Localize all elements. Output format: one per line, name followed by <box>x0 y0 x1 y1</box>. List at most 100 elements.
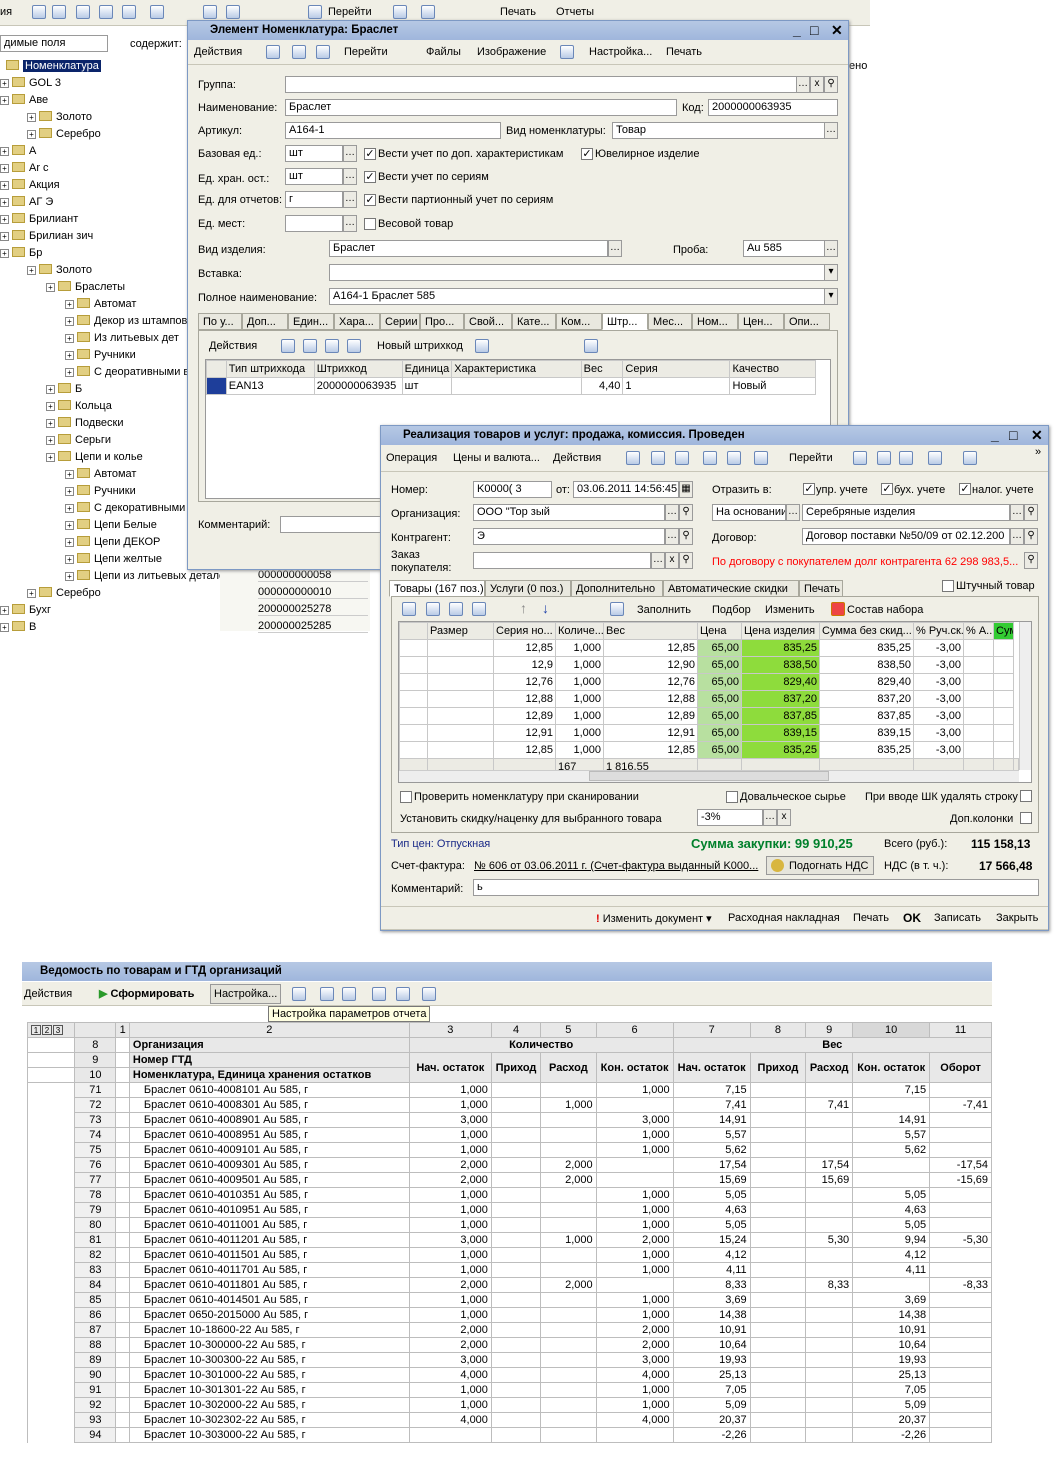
cell[interactable]: 14,91 <box>852 1112 931 1128</box>
cell[interactable] <box>805 1397 854 1413</box>
cell[interactable] <box>540 1322 597 1338</box>
cell[interactable]: 1,000 <box>408 1307 492 1323</box>
expand-toggle[interactable]: + <box>65 470 74 479</box>
select-button[interactable]: … <box>824 122 838 139</box>
cell[interactable]: 12,88 <box>493 690 556 708</box>
cell[interactable]: 3,000 <box>408 1352 492 1368</box>
cell[interactable]: Браслет 0610-4008951 Au 585, г <box>128 1127 410 1143</box>
extra-cols-checkbox[interactable] <box>1020 812 1032 824</box>
cell[interactable]: 2000000063935 <box>313 377 403 395</box>
cell[interactable] <box>993 741 1014 759</box>
cell[interactable] <box>929 1262 992 1278</box>
cell[interactable] <box>805 1382 854 1398</box>
tab-1[interactable]: Доп... <box>242 313 288 330</box>
expand-toggle[interactable]: + <box>27 266 36 275</box>
tree-item[interactable]: + Серебро <box>27 587 101 599</box>
cell[interactable] <box>805 1337 854 1353</box>
cell[interactable]: 1,000 <box>408 1247 492 1263</box>
cell[interactable]: 835,25 <box>741 639 820 657</box>
edit-icon[interactable] <box>99 5 113 19</box>
tree-item[interactable]: + Б <box>46 383 82 395</box>
field-select[interactable]: димые поля <box>0 35 108 52</box>
tree-item[interactable]: Номенклатура <box>6 60 101 72</box>
cell[interactable] <box>490 1202 542 1218</box>
change-button[interactable]: Изменить <box>765 604 815 616</box>
cell[interactable]: 1,000 <box>555 656 604 674</box>
cell[interactable]: 10,91 <box>852 1322 931 1338</box>
column-header[interactable]: % А... <box>963 622 994 640</box>
generate-button[interactable]: ▶ Сформировать <box>99 987 194 1000</box>
settings-button[interactable]: Настройка... <box>210 984 282 1004</box>
close-button[interactable]: ✕ <box>831 22 843 39</box>
cell[interactable] <box>540 1142 597 1158</box>
cell[interactable]: Браслет 10-302000-22 Au 585, г <box>128 1397 410 1413</box>
clear-button[interactable]: x <box>777 809 791 826</box>
based-on-icon[interactable] <box>754 451 768 465</box>
cell[interactable] <box>749 1367 807 1383</box>
tab-1[interactable]: Услуги (0 поз.) <box>485 580 571 597</box>
cell[interactable]: 19,93 <box>672 1352 751 1368</box>
expand-toggle[interactable]: + <box>65 555 74 564</box>
cell[interactable] <box>490 1247 542 1263</box>
cell[interactable]: 5,62 <box>672 1142 751 1158</box>
expand-toggle[interactable]: + <box>27 113 36 122</box>
cell[interactable] <box>490 1187 542 1203</box>
cell[interactable]: -3,00 <box>913 639 964 657</box>
cell[interactable] <box>929 1082 992 1098</box>
cell[interactable] <box>749 1322 807 1338</box>
cell[interactable]: Браслет 10-18600-22 Au 585, г <box>128 1322 410 1338</box>
search-icon[interactable]: ⚲ <box>679 528 693 545</box>
cell[interactable] <box>963 639 994 657</box>
more-icon[interactable]: » <box>1035 446 1041 458</box>
goto-menu[interactable]: Перейти <box>344 46 388 58</box>
cell[interactable]: Браслет 0610-4011501 Au 585, г <box>128 1247 410 1263</box>
select-button[interactable]: … <box>1010 504 1024 521</box>
cell[interactable]: 1,000 <box>595 1082 674 1098</box>
cell[interactable]: 5,09 <box>672 1397 751 1413</box>
cell[interactable] <box>595 1172 674 1188</box>
cell[interactable]: 837,85 <box>741 707 820 725</box>
cell[interactable] <box>749 1337 807 1353</box>
cell[interactable] <box>805 1112 854 1128</box>
expand-toggle[interactable]: + <box>46 283 55 292</box>
cell[interactable]: 1,000 <box>595 1292 674 1308</box>
cell[interactable] <box>540 1112 597 1128</box>
cell[interactable]: шт <box>401 377 453 395</box>
help-icon[interactable] <box>393 5 407 19</box>
cell[interactable]: 4,000 <box>408 1412 492 1428</box>
cell[interactable]: 12,76 <box>603 673 698 691</box>
cell[interactable]: 4,12 <box>672 1247 751 1263</box>
cell[interactable] <box>427 741 494 759</box>
cell[interactable] <box>852 1277 931 1293</box>
cell[interactable]: 65,00 <box>697 673 742 691</box>
expand-toggle[interactable]: + <box>0 164 9 173</box>
tree-item[interactable]: + С деоративными вс <box>65 366 195 378</box>
cell[interactable] <box>805 1217 854 1233</box>
add-icon[interactable] <box>281 339 295 353</box>
cell[interactable]: 19,93 <box>852 1352 931 1368</box>
cell[interactable] <box>595 1277 674 1293</box>
cell[interactable]: 2,000 <box>540 1157 597 1173</box>
barcode-icon[interactable] <box>421 5 435 19</box>
invoice-link[interactable]: № 606 от 03.06.2011 г. (Счет-фактура выд… <box>474 860 758 872</box>
cell[interactable]: Новый <box>729 377 816 395</box>
help-icon[interactable] <box>560 45 574 59</box>
order-field[interactable] <box>473 552 651 569</box>
cell[interactable]: 12,9 <box>493 656 556 674</box>
tree-item[interactable]: + Аве <box>0 94 48 106</box>
search-icon[interactable]: ⚲ <box>1024 552 1038 569</box>
expand-toggle[interactable]: + <box>46 385 55 394</box>
cell[interactable]: 837,20 <box>819 690 914 708</box>
select-button[interactable]: … <box>343 168 357 185</box>
cell[interactable]: -3,00 <box>913 707 964 725</box>
filter-icon[interactable] <box>203 5 217 19</box>
cell[interactable] <box>490 1427 542 1443</box>
delete-row-checkbox[interactable] <box>1020 790 1032 802</box>
cell[interactable] <box>749 1217 807 1233</box>
storage-unit-field[interactable]: шт <box>285 168 343 185</box>
tab-6[interactable]: Свой... <box>464 313 512 330</box>
cell[interactable]: 1,000 <box>408 1097 492 1113</box>
cell[interactable] <box>993 707 1014 725</box>
tree-item[interactable]: + АГ Э <box>0 196 53 208</box>
book-accounting-checkbox[interactable]: ✓ <box>881 483 893 495</box>
